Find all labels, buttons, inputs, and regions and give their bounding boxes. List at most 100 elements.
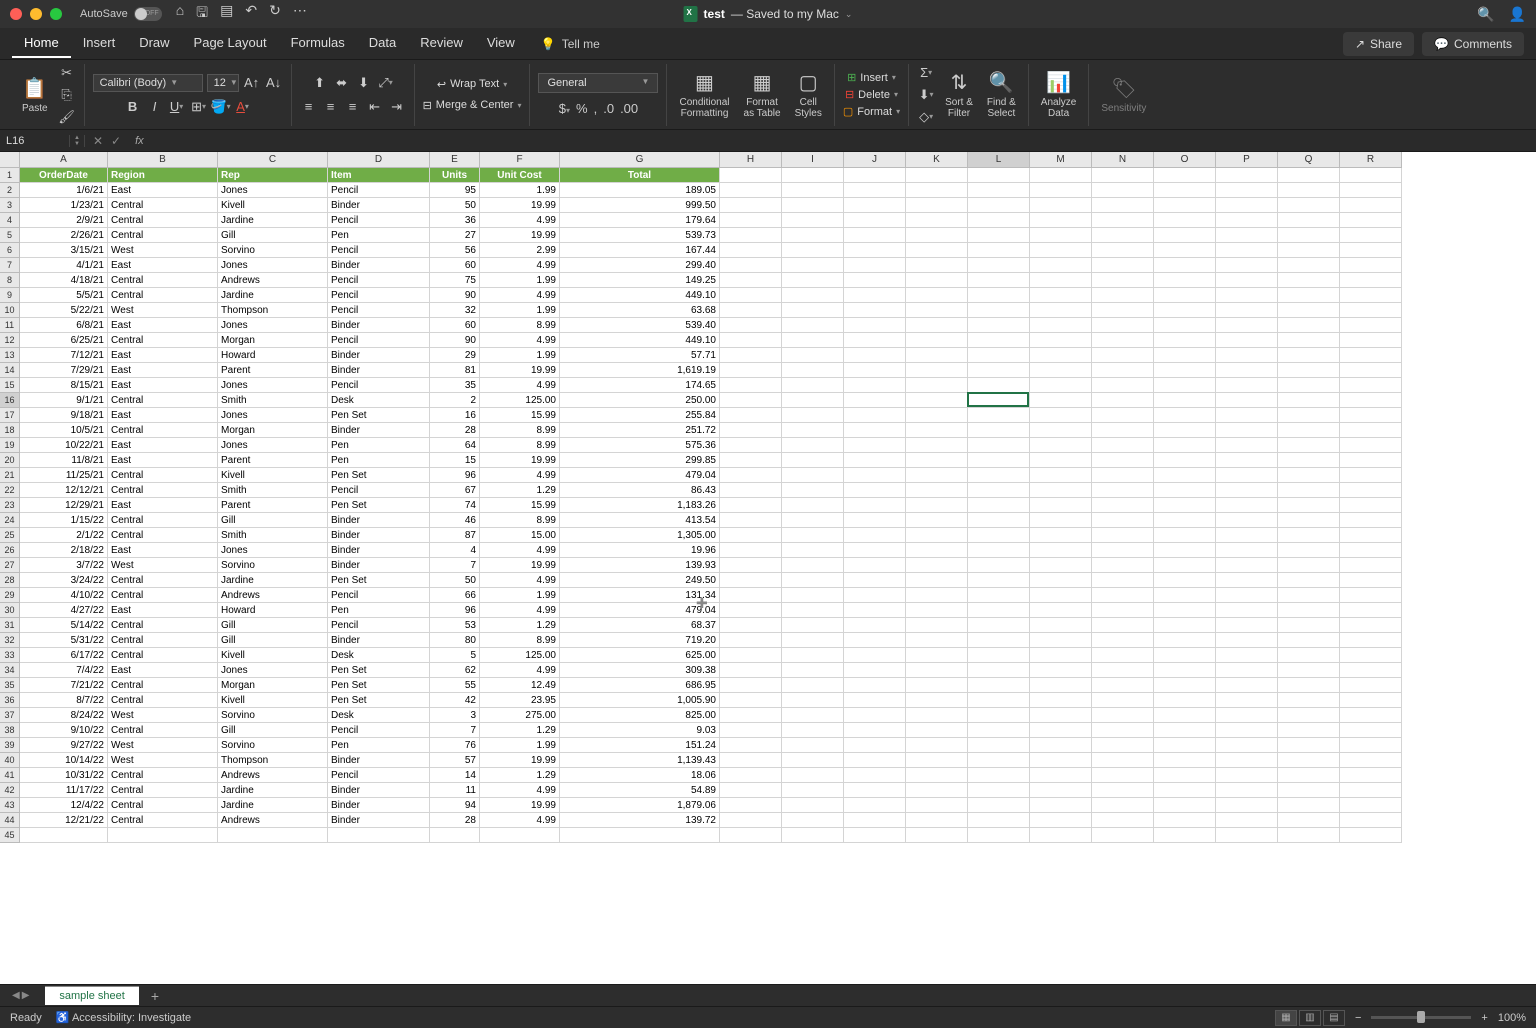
- cell[interactable]: Central: [108, 423, 218, 438]
- cell[interactable]: [844, 273, 906, 288]
- row-header-13[interactable]: 13: [0, 348, 20, 363]
- cell[interactable]: [1092, 198, 1154, 213]
- cell[interactable]: Central: [108, 483, 218, 498]
- row-header-18[interactable]: 18: [0, 423, 20, 438]
- cell[interactable]: [1092, 798, 1154, 813]
- cell[interactable]: [782, 333, 844, 348]
- cell[interactable]: [844, 498, 906, 513]
- cell[interactable]: Pen: [328, 228, 430, 243]
- cell[interactable]: 4: [430, 543, 480, 558]
- cell[interactable]: [1216, 198, 1278, 213]
- cell[interactable]: Pen Set: [328, 678, 430, 693]
- cell[interactable]: 8.99: [480, 318, 560, 333]
- cell[interactable]: 12/29/21: [20, 498, 108, 513]
- cell[interactable]: [108, 828, 218, 843]
- cell[interactable]: [782, 633, 844, 648]
- cell[interactable]: 686.95: [560, 678, 720, 693]
- cell[interactable]: Jones: [218, 438, 328, 453]
- cell[interactable]: 5/14/22: [20, 618, 108, 633]
- cell[interactable]: 14: [430, 768, 480, 783]
- cell[interactable]: Item: [328, 168, 430, 183]
- cell[interactable]: [1340, 603, 1402, 618]
- row-header-38[interactable]: 38: [0, 723, 20, 738]
- cell[interactable]: [1092, 648, 1154, 663]
- cell[interactable]: [1154, 213, 1216, 228]
- cell[interactable]: [968, 738, 1030, 753]
- cell[interactable]: [1340, 543, 1402, 558]
- cell[interactable]: [1154, 783, 1216, 798]
- cell[interactable]: [906, 708, 968, 723]
- cell[interactable]: [968, 828, 1030, 843]
- cell[interactable]: [968, 693, 1030, 708]
- cell[interactable]: 63.68: [560, 303, 720, 318]
- cell[interactable]: Pencil: [328, 723, 430, 738]
- cell[interactable]: [782, 483, 844, 498]
- cell[interactable]: [844, 183, 906, 198]
- cell[interactable]: [720, 483, 782, 498]
- cell[interactable]: [906, 273, 968, 288]
- cell[interactable]: [844, 783, 906, 798]
- cell[interactable]: 90: [430, 333, 480, 348]
- cell[interactable]: Region: [108, 168, 218, 183]
- cell[interactable]: 3/7/22: [20, 558, 108, 573]
- cell[interactable]: [720, 288, 782, 303]
- cell[interactable]: [1340, 573, 1402, 588]
- row-header-39[interactable]: 39: [0, 738, 20, 753]
- page-layout-view-icon[interactable]: ▥: [1299, 1010, 1321, 1026]
- cell[interactable]: [1092, 618, 1154, 633]
- cell[interactable]: West: [108, 558, 218, 573]
- cell[interactable]: Gill: [218, 228, 328, 243]
- tell-me[interactable]: 💡 Tell me: [541, 37, 600, 51]
- cell[interactable]: [906, 468, 968, 483]
- account-icon[interactable]: 👤: [1509, 6, 1526, 23]
- cell[interactable]: Binder: [328, 783, 430, 798]
- cell[interactable]: [1278, 408, 1340, 423]
- col-header-O[interactable]: O: [1154, 152, 1216, 168]
- cell[interactable]: [1340, 228, 1402, 243]
- cell[interactable]: [1278, 603, 1340, 618]
- cell[interactable]: [1092, 528, 1154, 543]
- cell[interactable]: Pen: [328, 438, 430, 453]
- cell[interactable]: [1216, 303, 1278, 318]
- cell[interactable]: [1092, 753, 1154, 768]
- cell[interactable]: [1216, 513, 1278, 528]
- cell[interactable]: [1092, 348, 1154, 363]
- cell[interactable]: [1340, 813, 1402, 828]
- cell[interactable]: 5: [430, 648, 480, 663]
- search-icon[interactable]: 🔍: [1477, 6, 1494, 23]
- cell[interactable]: 539.73: [560, 228, 720, 243]
- col-header-J[interactable]: J: [844, 152, 906, 168]
- cell[interactable]: 7/4/22: [20, 663, 108, 678]
- cell[interactable]: [782, 543, 844, 558]
- cell[interactable]: [1216, 318, 1278, 333]
- font-size-select[interactable]: 12▼: [207, 74, 239, 92]
- fill-icon[interactable]: ⬇▾: [917, 86, 935, 104]
- cell[interactable]: [720, 258, 782, 273]
- cell[interactable]: 299.40: [560, 258, 720, 273]
- cell[interactable]: [1216, 453, 1278, 468]
- cell[interactable]: Pencil: [328, 303, 430, 318]
- cell[interactable]: 539.40: [560, 318, 720, 333]
- cell[interactable]: [1154, 423, 1216, 438]
- cell[interactable]: Andrews: [218, 588, 328, 603]
- cell[interactable]: [1278, 678, 1340, 693]
- cell[interactable]: [844, 243, 906, 258]
- copy-icon[interactable]: ⎘: [58, 86, 76, 104]
- cell[interactable]: [720, 573, 782, 588]
- insert-cells-button[interactable]: ⊞Insert▾: [847, 71, 896, 84]
- cell[interactable]: [1216, 228, 1278, 243]
- cell[interactable]: Binder: [328, 198, 430, 213]
- cell[interactable]: Howard: [218, 603, 328, 618]
- cell[interactable]: 4.99: [480, 258, 560, 273]
- cell[interactable]: [844, 813, 906, 828]
- cell[interactable]: [782, 363, 844, 378]
- col-header-G[interactable]: G: [560, 152, 720, 168]
- cell[interactable]: Central: [108, 288, 218, 303]
- cell[interactable]: [1278, 183, 1340, 198]
- cell[interactable]: Pencil: [328, 243, 430, 258]
- cell[interactable]: OrderDate: [20, 168, 108, 183]
- cell[interactable]: [1092, 288, 1154, 303]
- cell[interactable]: 29: [430, 348, 480, 363]
- cell[interactable]: Central: [108, 723, 218, 738]
- cell[interactable]: Andrews: [218, 813, 328, 828]
